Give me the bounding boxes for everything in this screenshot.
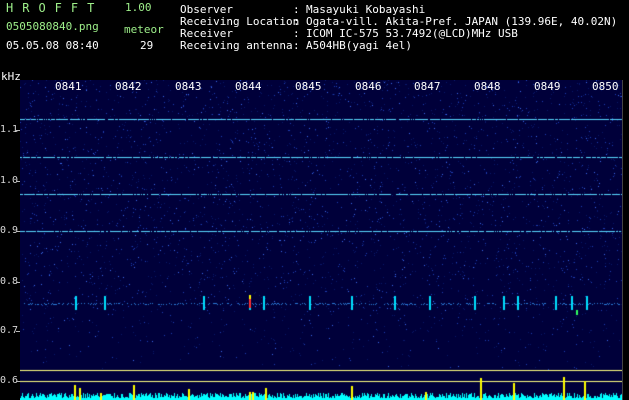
antenna-value: A504HB(yagi 4el) xyxy=(306,39,412,52)
antenna-colon: : xyxy=(293,39,300,52)
time-label-0841: 0841 xyxy=(55,80,82,93)
time-label-0843: 0843 xyxy=(175,80,202,93)
time-label-0845: 0845 xyxy=(295,80,322,93)
hrofft-brand: HROFFT xyxy=(6,1,104,15)
freq-tick xyxy=(16,381,20,382)
freq-tick xyxy=(16,181,20,182)
khz-unit-label: kHz xyxy=(1,70,21,83)
filename-label: 0505080840.png xyxy=(6,20,99,33)
time-label-0846: 0846 xyxy=(355,80,382,93)
time-label-0844: 0844 xyxy=(235,80,262,93)
version-label: 1.00 xyxy=(125,1,152,14)
antenna-label: Receiving antenna xyxy=(180,39,293,52)
spectrogram-canvas xyxy=(20,80,623,400)
freq-tick xyxy=(16,130,20,131)
freq-tick xyxy=(16,282,20,283)
right-border xyxy=(622,80,623,400)
freq-tick xyxy=(16,231,20,232)
datetime-label: 05.05.08 08:40 xyxy=(6,39,99,52)
time-label-0847: 0847 xyxy=(414,80,441,93)
time-label-0842: 0842 xyxy=(115,80,142,93)
time-label-0848: 0848 xyxy=(474,80,501,93)
freq-tick xyxy=(16,331,20,332)
meteor-count: 29 xyxy=(140,39,154,52)
time-label-0850: 0850 xyxy=(592,80,619,93)
time-label-0849: 0849 xyxy=(534,80,561,93)
meteor-label: meteor xyxy=(124,23,164,36)
